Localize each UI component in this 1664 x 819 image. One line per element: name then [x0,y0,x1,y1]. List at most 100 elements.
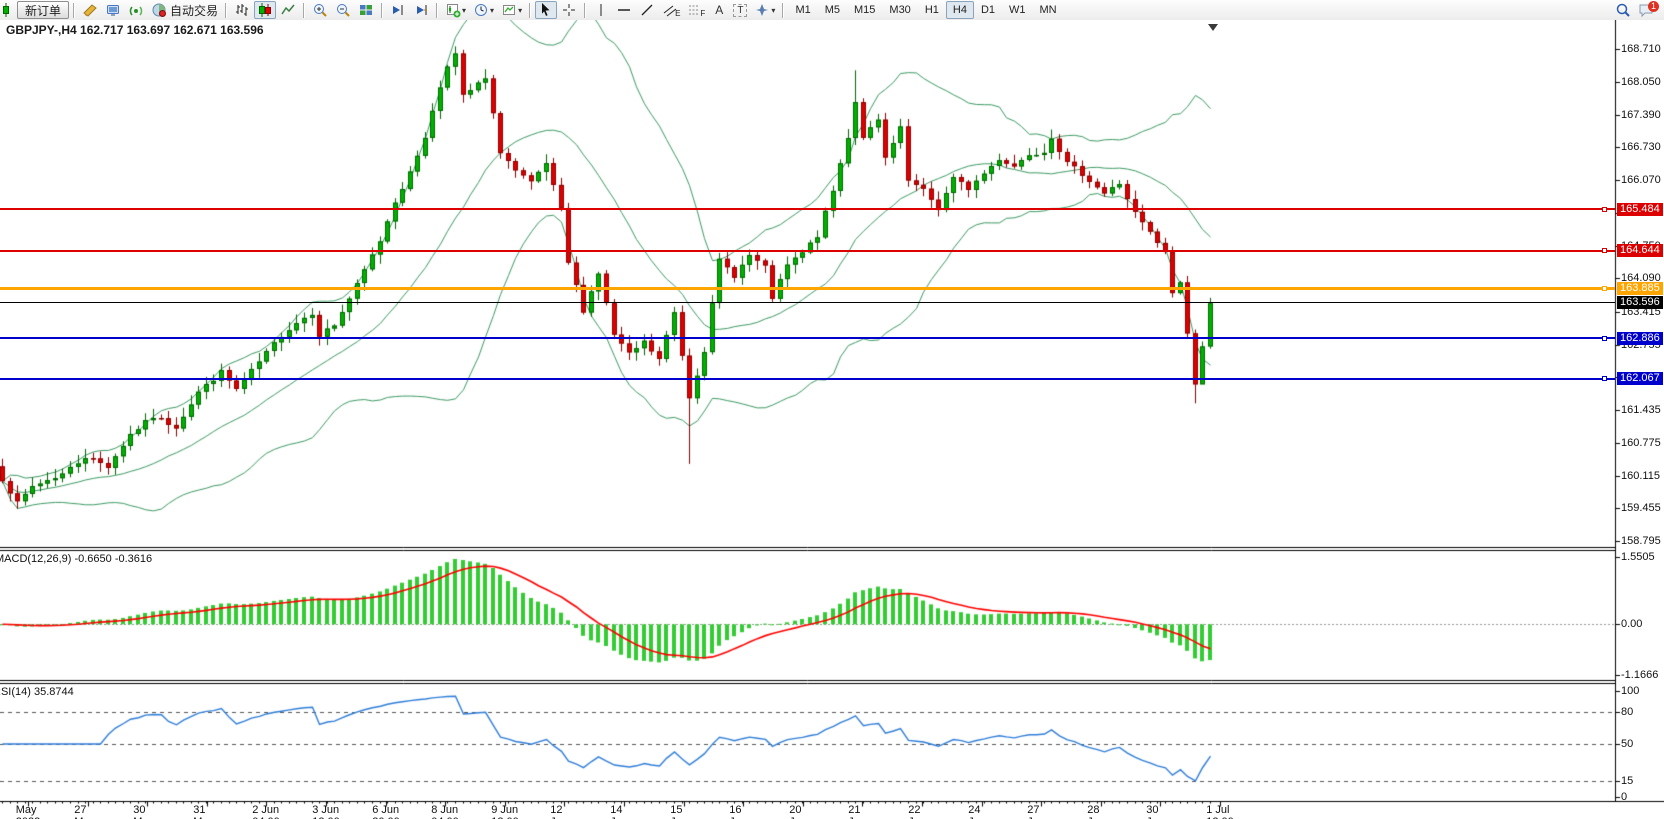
autotrading-label: 自动交易 [170,2,218,19]
line-handle[interactable] [1602,376,1607,381]
autotrading-button[interactable]: 自动交易 [148,1,221,19]
horizontal-line-162.067[interactable] [0,378,1615,380]
time-axis-label: 30 Jun 04:00 [1146,804,1174,819]
timeframe-button-M15[interactable]: M15 [847,1,882,19]
price-tag-163.885: 163.885 [1617,282,1663,295]
timeframe-button-MN[interactable]: MN [1033,1,1064,19]
time-axis-label: 2 Jun 04:00 [252,804,280,819]
horizontal-line-165.484[interactable] [0,208,1615,210]
trendline-tool-icon[interactable] [636,1,658,19]
zoom-out-icon[interactable] [332,1,354,19]
line-handle[interactable] [1602,207,1607,212]
periods-clock-button[interactable]: ▾ [470,1,497,19]
macd-tick-label: 1.5505 [1621,551,1655,563]
time-axis-label: 16 Jun 20:00 [729,804,757,819]
price-tag-163.596: 163.596 [1617,296,1663,309]
current-price-163.596[interactable] [0,302,1615,303]
price-tag-162.067: 162.067 [1617,372,1663,385]
timeframe-button-M30[interactable]: M30 [882,1,917,19]
time-axis-label: 28 Jun 20:00 [1087,804,1115,819]
line-handle[interactable] [1602,248,1607,253]
signals-icon[interactable] [125,1,147,19]
new-order-button[interactable]: 新订单 [17,1,69,19]
toolbar-separator [529,3,531,18]
candlestick-chart-type-icon[interactable] [254,1,276,19]
macd-indicator-label: MACD(12,26,9) -0.6650 -0.3616 [0,553,152,565]
toolbar-separator [73,3,75,18]
timeframe-button-M5[interactable]: M5 [818,1,847,19]
horizontal-line-163.885[interactable] [0,287,1615,290]
time-axis-label: 31 May 20:00 [193,804,221,819]
time-axis-label: 24 Jun 04:00 [968,804,996,819]
time-axis-label: 12 Jun 23:00 [550,804,578,819]
rsi-tick-label: 100 [1621,685,1639,697]
horizontal-line-tool-icon[interactable] [613,1,635,19]
rsi-tick-label: 50 [1621,738,1633,750]
toolbar-separator [584,3,586,18]
price-chart-canvas[interactable] [0,20,1664,819]
cursor-tool-icon[interactable] [535,1,557,19]
text-tool-icon[interactable]: A [709,1,729,19]
line-handle[interactable] [1602,336,1607,341]
time-axis-label: 30 May 12:00 [133,804,161,819]
time-axis-label: 27 May 04:00 [74,804,102,819]
timeframe-button-H1[interactable]: H1 [918,1,946,19]
time-axis-label: 3 Jun 12:00 [312,804,340,819]
horizontal-line-162.886[interactable] [0,337,1615,339]
auto-scroll-icon[interactable] [387,1,409,19]
timeframe-button-D1[interactable]: D1 [974,1,1002,19]
price-tick-label: 161.435 [1621,404,1661,416]
time-axis-label: 1 Jul 12:00 [1206,804,1234,819]
horizontal-line-164.644[interactable] [0,250,1615,252]
time-axis-label: 14 Jun 04:00 [610,804,638,819]
zoom-in-icon[interactable] [309,1,331,19]
time-axis-label: 15 Jun 12:00 [670,804,698,819]
chart-shift-marker[interactable] [1208,24,1218,31]
templates-button[interactable]: ▾ [498,1,525,19]
arrows-tool-button[interactable]: ▾ [751,1,778,19]
vertical-line-tool-icon[interactable] [590,1,612,19]
metaeditor-icon[interactable] [79,1,101,19]
text-label-tool-icon[interactable]: T [730,1,750,19]
price-tick-label: 166.730 [1621,141,1661,153]
chart-shift-icon[interactable] [410,1,432,19]
macd-tick-label: 0.00 [1621,618,1642,630]
timeframe-button-W1[interactable]: W1 [1002,1,1033,19]
price-tick-label: 168.050 [1621,76,1661,88]
mt4-window: 新订单 自动交易 [0,0,1664,819]
price-tag-162.886: 162.886 [1617,332,1663,345]
time-axis-label: 9 Jun 12:00 [491,804,519,819]
time-axis-label: 22 Jun 20:00 [908,804,936,819]
new-chart-button[interactable]: ▾ [442,1,469,19]
market-watch-icon[interactable] [102,1,124,19]
line-handle[interactable] [1602,286,1607,291]
fibonacci-tool-icon[interactable]: F [684,1,708,19]
bar-chart-type-icon[interactable] [231,1,253,19]
time-axis-label: 27 Jun 12:00 [1027,804,1055,819]
time-axis-label: May 2022 [16,804,40,819]
search-icon[interactable] [1612,1,1634,19]
equidistant-channel-tool-icon[interactable]: E [659,1,683,19]
chat-notifications-button[interactable]: 1 [1635,1,1658,19]
rsi-tick-label: 15 [1621,775,1633,787]
time-axis-label: 6 Jun 20:00 [372,804,400,819]
timeframe-button-M1[interactable]: M1 [788,1,817,19]
channel-letter: E [675,9,680,18]
rsi-indicator-label: RSI(14) 35.8744 [0,686,74,698]
dropdown-caret: ▾ [518,6,522,15]
timeframe-button-H4[interactable]: H4 [946,1,974,19]
tile-windows-icon[interactable] [355,1,377,19]
line-chart-type-icon[interactable] [277,1,299,19]
toolbar-separator [303,3,305,18]
dropdown-caret: ▾ [771,6,775,15]
rsi-tick-label: 0 [1621,791,1627,803]
clipped-candle-icon [0,1,16,19]
chat-badge: 1 [1648,1,1659,12]
crosshair-tool-icon[interactable] [558,1,580,19]
price-tick-label: 158.795 [1621,535,1661,547]
fibo-letter: F [700,9,705,18]
toolbar-separator [225,3,227,18]
toolbar-separator [782,3,784,18]
toolbar-separator [381,3,383,18]
dropdown-caret: ▾ [462,6,466,15]
